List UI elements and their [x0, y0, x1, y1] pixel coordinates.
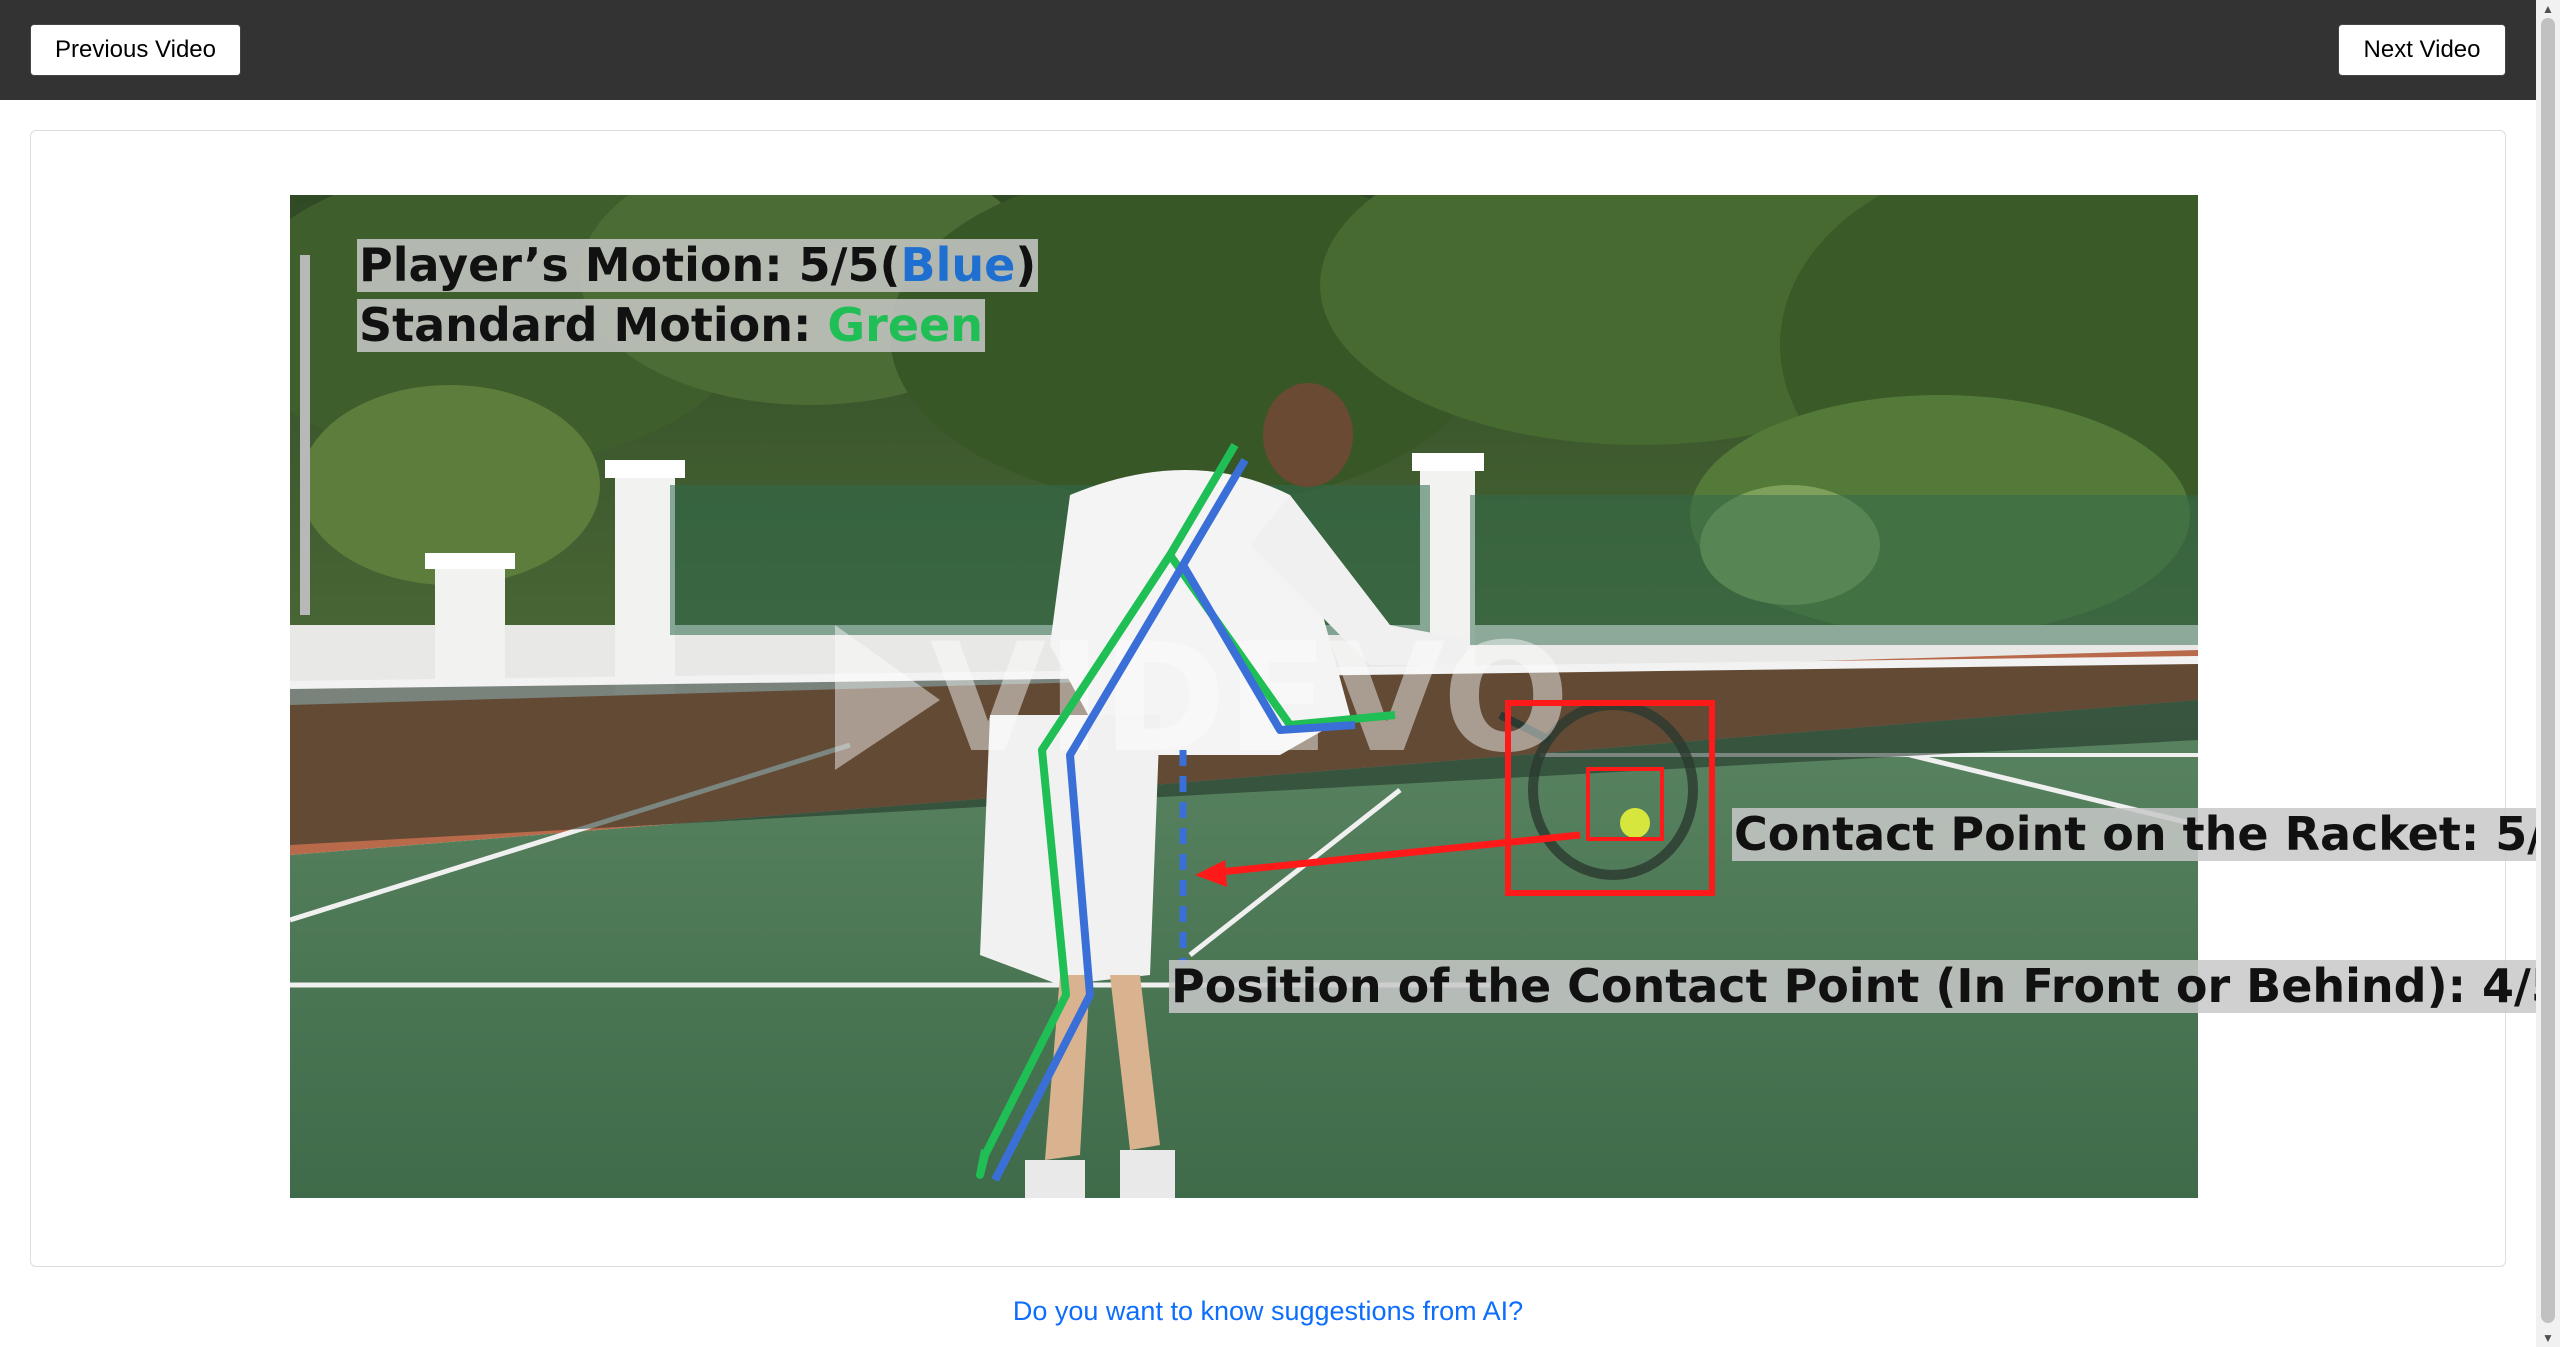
previous-video-button[interactable]: Previous Video: [30, 24, 241, 76]
next-video-button[interactable]: Next Video: [2338, 24, 2506, 76]
contact-position-label: Position of the Contact Point (In Front …: [1169, 960, 2560, 1013]
ai-suggestions-link[interactable]: Do you want to know suggestions from AI?: [0, 1296, 2536, 1327]
standard-motion-label: Standard Motion: Green: [357, 298, 985, 352]
scrollbar-thumb[interactable]: [2541, 18, 2555, 1323]
scroll-up-icon[interactable]: ▲: [2536, 0, 2560, 18]
contact-point-label: Contact Point on the Racket: 5/5: [1732, 808, 2560, 861]
video-player[interactable]: VIDEVO Player’s Motion: 5/5(Blue) Standa…: [290, 195, 2560, 1198]
scroll-down-icon[interactable]: ▼: [2536, 1329, 2560, 1347]
top-navigation-bar: Previous Video Next Video: [0, 0, 2536, 100]
player-motion-label: Player’s Motion: 5/5(Blue): [357, 238, 1039, 292]
watermark-text: VIDEVO: [930, 612, 1570, 786]
vertical-scrollbar[interactable]: ▲ ▼: [2536, 0, 2560, 1347]
